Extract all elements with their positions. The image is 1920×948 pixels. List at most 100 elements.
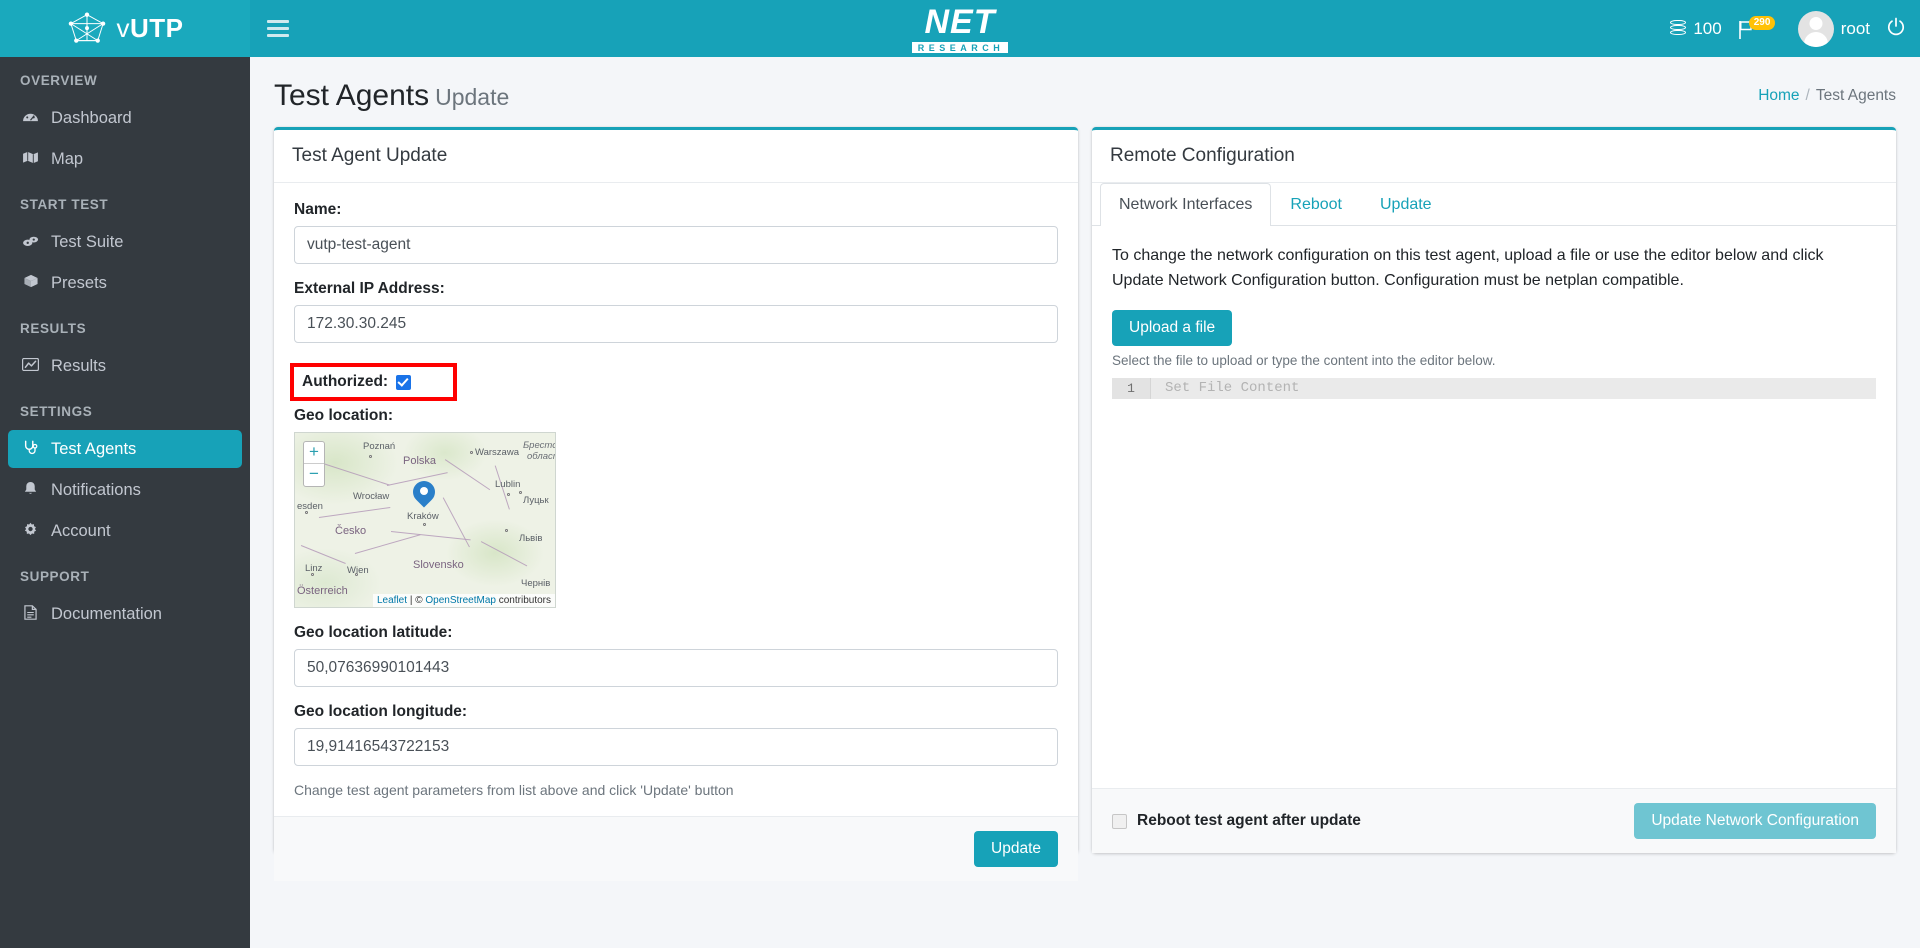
avatar-head: [1809, 16, 1823, 30]
sidebar-item-label: Test Agents: [51, 439, 137, 458]
topbar-right-group: 100 290 root: [1670, 0, 1906, 57]
name-input[interactable]: [294, 226, 1058, 264]
left-card-header: Test Agent Update: [274, 130, 1078, 183]
gear-icon: [20, 522, 41, 541]
breadcrumb-home-link[interactable]: Home: [1758, 87, 1799, 104]
reboot-after-update-checkbox[interactable]: [1112, 813, 1127, 829]
test-agent-update-card: Test Agent Update Name: External IP Addr…: [274, 127, 1078, 881]
sidebar-item-test-agents[interactable]: Test Agents: [8, 430, 242, 468]
sidebar-item-label: Presets: [51, 273, 107, 292]
brand-logo[interactable]: vUTP: [0, 0, 250, 57]
user-menu[interactable]: root: [1797, 10, 1870, 47]
external-ip-input[interactable]: [294, 305, 1058, 343]
external-ip-label: External IP Address:: [294, 280, 445, 297]
avatar-body: [1803, 31, 1828, 47]
bell-icon: [20, 481, 41, 500]
chart-line-icon: [20, 357, 41, 375]
breadcrumb: Home / Test Agents: [1758, 87, 1896, 105]
update-button[interactable]: Update: [974, 831, 1058, 867]
right-card-footer: Reboot test agent after update Update Ne…: [1092, 788, 1896, 853]
page-title-main: Test Agents: [274, 79, 430, 112]
upload-note: Select the file to upload or type the co…: [1112, 352, 1496, 368]
brand-name: UTP: [130, 13, 184, 43]
upload-file-button[interactable]: Upload a file: [1112, 309, 1233, 346]
map-place-label: Warszawa: [475, 447, 519, 458]
hamburger-bar: [267, 34, 289, 37]
map-zoom-out-button[interactable]: −: [304, 464, 324, 486]
remote-configuration-card: Remote Configuration Network Interfaces …: [1092, 127, 1896, 853]
geo-location-map[interactable]: + − Leaflet | © OpenStreetMap contributo…: [294, 432, 556, 608]
leaflet-link[interactable]: Leaflet: [377, 595, 407, 606]
map-place-label: Linz: [305, 563, 323, 574]
sidebar-item-label: Account: [51, 521, 111, 540]
hamburger-bar: [267, 20, 289, 23]
map-marker-icon[interactable]: [408, 476, 440, 511]
breadcrumb-current: Test Agents: [1815, 87, 1896, 104]
avatar-icon: [1797, 10, 1834, 47]
sidebar-item-documentation[interactable]: Documentation: [8, 595, 242, 633]
database-counter[interactable]: 100: [1670, 18, 1722, 39]
authorized-checkbox[interactable]: [396, 374, 412, 390]
database-icon: [1670, 20, 1687, 37]
tab-update[interactable]: Update: [1361, 183, 1451, 226]
left-card-footer: Update: [274, 816, 1078, 881]
sidebar-item-label: Test Suite: [51, 232, 124, 251]
map-place-label: Львів: [519, 533, 543, 544]
update-network-configuration-button[interactable]: Update Network Configuration: [1634, 803, 1876, 839]
sidebar-item-presets[interactable]: Presets: [8, 264, 242, 302]
file-content-editor[interactable]: 1 Set File Content: [1112, 377, 1876, 629]
geo-location-label: Geo location:: [294, 407, 394, 424]
sidebar-item-map[interactable]: Map: [8, 140, 242, 178]
reboot-checkbox-label: Reboot test agent after update: [1137, 812, 1361, 829]
hamburger-icon[interactable]: [250, 0, 306, 57]
left-card-body: Name: External IP Address: Authorized: G…: [274, 183, 1078, 816]
map-city-dot: [369, 455, 372, 458]
map-place-label: Österreich: [297, 585, 348, 597]
map-place-label: Брестская: [523, 440, 556, 451]
map-place-label: esden: [297, 501, 323, 512]
presets-box-icon: [20, 274, 41, 292]
map-place-label: Wrocław: [353, 491, 390, 502]
editor-empty-area[interactable]: [1112, 398, 1876, 629]
right-card-header: Remote Configuration: [1092, 130, 1896, 183]
tab-network-interfaces[interactable]: Network Interfaces: [1100, 183, 1272, 226]
map-place-label: Poznań: [363, 441, 396, 452]
ip-field-group: External IP Address:: [294, 280, 1058, 343]
sidebar-item-results[interactable]: Results: [8, 347, 242, 385]
username-label: root: [1840, 18, 1870, 38]
openstreetmap-link[interactable]: OpenStreetMap: [425, 595, 496, 606]
map-zoom-in-button[interactable]: +: [304, 442, 324, 464]
brand-text: vUTP: [117, 13, 184, 44]
tab-reboot[interactable]: Reboot: [1271, 183, 1361, 226]
longitude-label: Geo location longitude:: [294, 703, 468, 720]
test-suite-icon: [20, 234, 41, 251]
longitude-input[interactable]: [294, 728, 1058, 766]
page-title: Test Agents Update: [274, 79, 509, 113]
map-city-dot: [470, 451, 473, 454]
sidebar-section-header: OVERVIEW: [20, 73, 98, 88]
latitude-field-group: Geo location latitude:: [294, 624, 1058, 687]
sidebar-item-test-suite[interactable]: Test Suite: [8, 223, 242, 261]
sidebar-section-header: START TEST: [20, 197, 109, 212]
page-title-sub: Update: [435, 84, 510, 110]
sidebar-item-label: Map: [51, 149, 84, 168]
authorized-label: Authorized:: [302, 373, 389, 390]
net-logo-secondary: RESEARCH: [911, 42, 1009, 53]
name-field-group: Name:: [294, 201, 1058, 264]
sidebar-item-dashboard[interactable]: Dashboard: [8, 99, 242, 137]
map-place-label: Чернів: [521, 578, 551, 589]
sidebar-item-notifications[interactable]: Notifications: [8, 471, 242, 509]
database-count: 100: [1693, 18, 1722, 38]
brand-prefix: v: [116, 13, 130, 43]
sidebar-item-account[interactable]: Account: [8, 512, 242, 550]
editor-line[interactable]: 1 Set File Content: [1112, 377, 1876, 399]
notifications-flag[interactable]: 290: [1738, 14, 1782, 44]
map-place-label: Česko: [335, 525, 367, 537]
breadcrumb-separator: /: [1805, 87, 1810, 104]
map-zoom-controls: + −: [303, 441, 325, 487]
network-config-description: To change the network configuration on t…: [1112, 247, 1824, 289]
map-place-label: Kraków: [407, 511, 439, 522]
map-place-label: Wien: [347, 565, 369, 576]
latitude-input[interactable]: [294, 649, 1058, 687]
power-icon[interactable]: [1886, 17, 1906, 41]
